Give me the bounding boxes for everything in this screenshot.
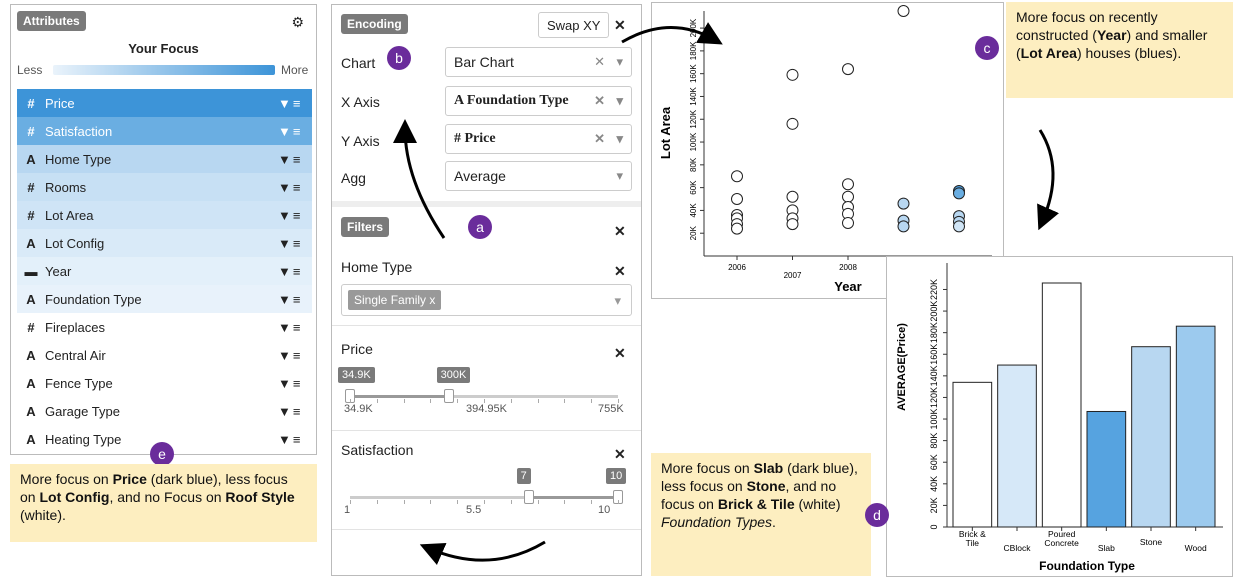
annotation-arrows: [393, 22, 1060, 565]
arrow-bottom: [419, 540, 546, 565]
arrow-c-to-bar: [1037, 129, 1060, 231]
arrow-a-to-encoding: [393, 119, 446, 239]
arrow-encoding-to-scatter: [621, 22, 723, 45]
